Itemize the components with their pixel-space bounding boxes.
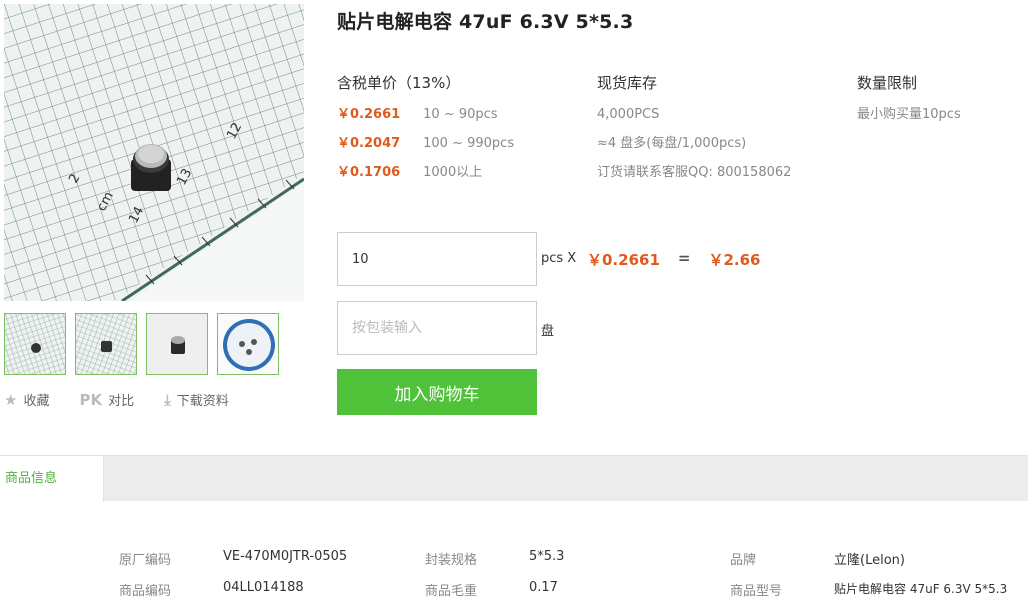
limit-column: 数量限制 最小购买量10pcs xyxy=(857,72,961,136)
star-icon: ★ xyxy=(4,390,18,409)
tier-range: 10 ~ 90pcs xyxy=(423,107,498,122)
main-product-image[interactable]: 12 13 14 2 cm xyxy=(4,4,304,301)
spec-value: VE-470M0JTR-0505 xyxy=(223,549,348,564)
product-actions: ★ 收藏 PK 对比 ⤓ 下载资料 xyxy=(4,390,229,410)
spec-value: 5*5.3 xyxy=(529,549,565,564)
spec-value: 贴片电解电容 47uF 6.3V 5*5.3 xyxy=(834,582,1008,596)
spec-value: 立隆(Lelon) xyxy=(834,553,905,568)
stock-reels: ≈4 盘多(每盘/1,000pcs) xyxy=(597,136,747,151)
spec-label: 商品毛重 xyxy=(425,584,478,598)
package-input[interactable] xyxy=(337,301,537,355)
favorite-button[interactable]: ★ 收藏 xyxy=(4,390,50,410)
tier-price: ￥0.2661 xyxy=(337,107,401,122)
spec-label: 商品编码 xyxy=(119,584,172,598)
download-button[interactable]: ⤓ 下载资料 xyxy=(164,390,229,410)
tier-range: 100 ~ 990pcs xyxy=(423,136,515,151)
price-tier: ￥0.2661 10 ~ 90pcs xyxy=(337,107,514,136)
spec-value: 0.17 xyxy=(529,580,558,595)
spec-value: 04LL014188 xyxy=(223,580,304,595)
quantity-unit: pcs X xyxy=(541,251,577,266)
tab-product-info[interactable]: 商品信息 xyxy=(0,456,104,502)
min-purchase: 最小购买量10pcs xyxy=(857,107,961,122)
stock-column: 现货库存 4,000PCS ≈4 盘多(每盘/1,000pcs) 订货请联系客服… xyxy=(597,72,791,194)
price-tier: ￥0.1706 1000以上 xyxy=(337,165,514,194)
limit-header: 数量限制 xyxy=(857,74,918,92)
compare-label: 对比 xyxy=(108,394,135,409)
price-calculation: ￥0.2661 = ￥2.66 xyxy=(587,249,760,270)
tier-price: ￥0.2047 xyxy=(337,136,401,151)
quantity-input[interactable] xyxy=(337,232,537,286)
calc-unit-price: ￥0.2661 xyxy=(587,251,660,269)
pk-icon: PK xyxy=(79,390,103,409)
tier-price: ￥0.1706 xyxy=(337,165,401,180)
thumbnail-2[interactable] xyxy=(75,313,137,375)
pricing-column: 含税单价（13%） ￥0.2661 10 ~ 90pcs ￥0.2047 100… xyxy=(337,72,514,194)
stock-contact: 订货请联系客服QQ: 800158062 xyxy=(597,165,792,180)
thumbnail-3[interactable] xyxy=(146,313,208,375)
favorite-label: 收藏 xyxy=(23,394,50,409)
add-to-cart-button[interactable]: 加入购物车 xyxy=(337,369,537,415)
stock-header: 现货库存 xyxy=(597,74,658,92)
package-unit: 盘 xyxy=(541,324,555,339)
download-label: 下载资料 xyxy=(176,394,229,409)
thumbnail-1[interactable] xyxy=(4,313,66,375)
info-tabbar: 商品信息 xyxy=(0,455,1028,502)
download-icon: ⤓ xyxy=(164,390,171,409)
spec-label: 原厂编码 xyxy=(119,553,172,568)
product-title: 贴片电解电容 47uF 6.3V 5*5.3 xyxy=(337,11,634,33)
stock-quantity: 4,000PCS xyxy=(597,107,660,122)
compare-button[interactable]: PK 对比 xyxy=(79,390,135,410)
price-tier: ￥0.2047 100 ~ 990pcs xyxy=(337,136,514,165)
tier-range: 1000以上 xyxy=(423,165,483,180)
thumbnail-4[interactable] xyxy=(217,313,279,375)
spec-label: 商品型号 xyxy=(730,584,783,598)
thumbnail-strip xyxy=(4,313,279,375)
calc-total: ￥2.66 xyxy=(708,251,761,269)
spec-label: 品牌 xyxy=(730,553,757,568)
spec-label: 封装规格 xyxy=(425,553,478,568)
pricing-header: 含税单价（13%） xyxy=(337,74,461,92)
calc-equals: = xyxy=(677,249,691,267)
